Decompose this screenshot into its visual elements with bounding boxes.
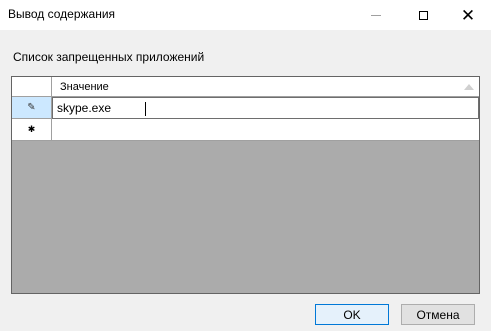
cancel-button[interactable]: Отмена xyxy=(401,304,475,325)
title-bar: Вывод содержания ✕ xyxy=(0,0,491,30)
minimize-icon xyxy=(371,14,381,16)
text-caret xyxy=(145,102,146,116)
close-button[interactable]: ✕ xyxy=(445,0,491,30)
value-cell[interactable] xyxy=(52,119,479,141)
new-row[interactable]: ✱ xyxy=(12,119,479,141)
ok-button[interactable]: OK xyxy=(315,304,389,325)
table-row[interactable]: ✎ xyxy=(12,97,479,119)
maximize-button[interactable] xyxy=(400,0,446,30)
column-header-label: Значение xyxy=(60,81,109,93)
grid-corner-header[interactable] xyxy=(12,77,52,97)
column-header-value[interactable]: Значение xyxy=(52,77,479,97)
data-grid[interactable]: Значение ✎ ✱ xyxy=(11,76,480,294)
new-row-icon: ✱ xyxy=(27,124,36,134)
value-input[interactable] xyxy=(55,100,459,116)
sort-arrow-icon xyxy=(464,84,474,90)
value-cell[interactable] xyxy=(52,97,479,119)
maximize-icon xyxy=(418,10,428,20)
minimize-button[interactable] xyxy=(353,0,399,30)
close-icon: ✕ xyxy=(460,5,476,25)
pencil-icon: ✎ xyxy=(27,102,36,113)
window-title: Вывод содержания xyxy=(8,7,116,21)
list-label: Список запрещенных приложений xyxy=(13,50,205,64)
row-header[interactable]: ✎ xyxy=(12,97,52,119)
row-header[interactable]: ✱ xyxy=(12,119,52,141)
